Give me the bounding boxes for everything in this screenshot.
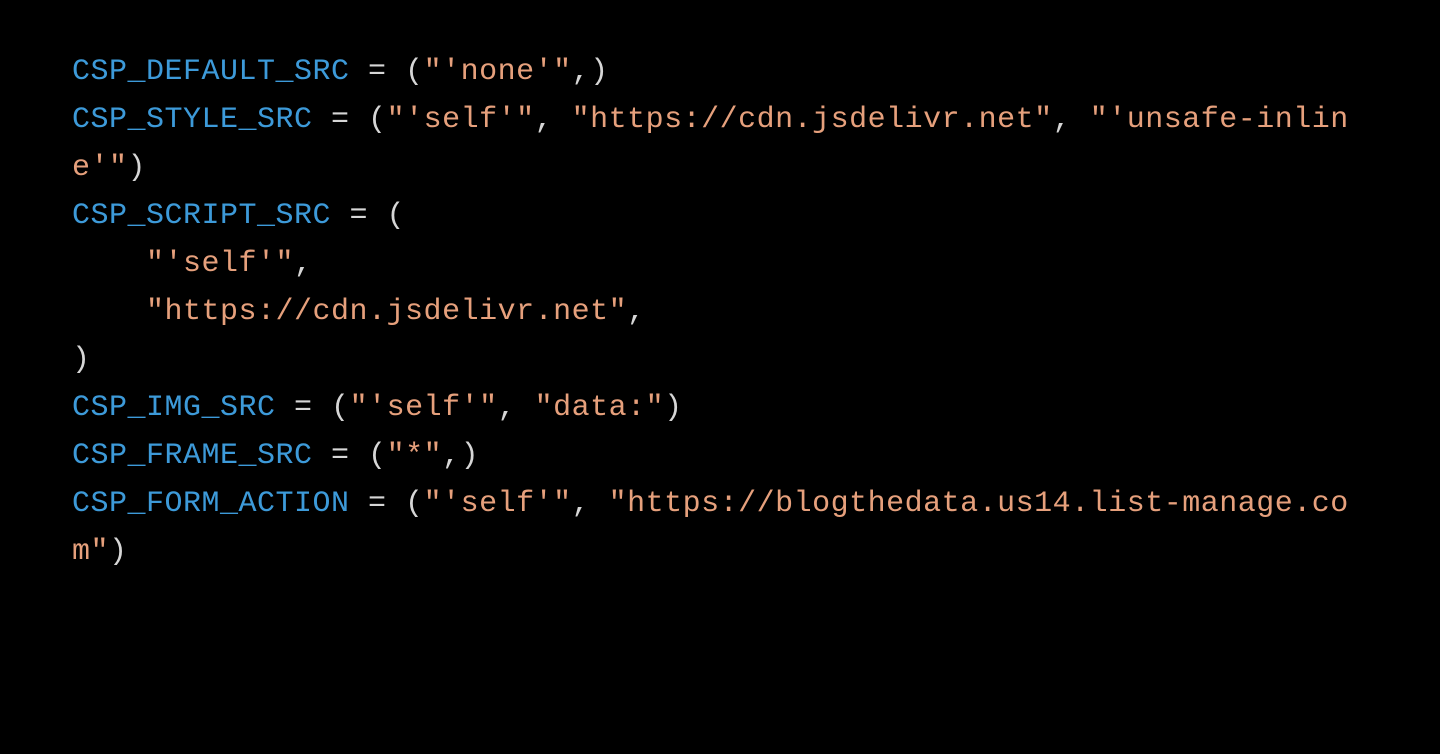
code-token: "'self'" [424,487,572,521]
code-token: , [535,103,572,137]
code-token: "data:" [535,391,665,425]
code-token: ) [128,151,147,185]
code-token: "'none'" [424,55,572,89]
code-token: "'self'" [387,103,535,137]
code-token: ,) [572,55,609,89]
code-token: "https://cdn.jsdelivr.net" [146,295,627,329]
code-block: CSP_DEFAULT_SRC = ("'none'",) CSP_STYLE_… [0,0,1440,624]
code-token: = ( [331,199,405,233]
code-token: , [498,391,535,425]
code-token: CSP_IMG_SRC [72,391,276,425]
code-token: = ( [313,103,387,137]
code-line: CSP_DEFAULT_SRC = ("'none'",) [72,55,609,89]
code-token: = ( [313,439,387,473]
code-token: = ( [276,391,350,425]
code-token: , [572,487,609,521]
code-token: ) [109,535,128,569]
code-line: CSP_STYLE_SRC = ("'self'", "https://cdn.… [72,103,1349,185]
code-line: ) [72,343,91,377]
code-token: "'self'" [350,391,498,425]
code-token: ) [72,343,91,377]
code-token: , [627,295,646,329]
code-line: CSP_SCRIPT_SRC = ( [72,199,405,233]
code-line: CSP_IMG_SRC = ("'self'", "data:") [72,391,683,425]
code-token: CSP_SCRIPT_SRC [72,199,331,233]
code-token: , [1053,103,1090,137]
code-token: ) [664,391,683,425]
code-token: "*" [387,439,443,473]
code-token: "'self'" [146,247,294,281]
code-token: = ( [350,487,424,521]
code-token: "https://cdn.jsdelivr.net" [572,103,1053,137]
code-token: CSP_STYLE_SRC [72,103,313,137]
code-token: CSP_FRAME_SRC [72,439,313,473]
code-line: "https://cdn.jsdelivr.net", [72,295,646,329]
code-token: CSP_DEFAULT_SRC [72,55,350,89]
code-token: ,) [442,439,479,473]
code-token: CSP_FORM_ACTION [72,487,350,521]
code-token: = ( [350,55,424,89]
code-line: "'self'", [72,247,313,281]
code-line: CSP_FRAME_SRC = ("*",) [72,439,479,473]
code-token: , [294,247,313,281]
code-line: CSP_FORM_ACTION = ("'self'", "https://bl… [72,487,1349,569]
